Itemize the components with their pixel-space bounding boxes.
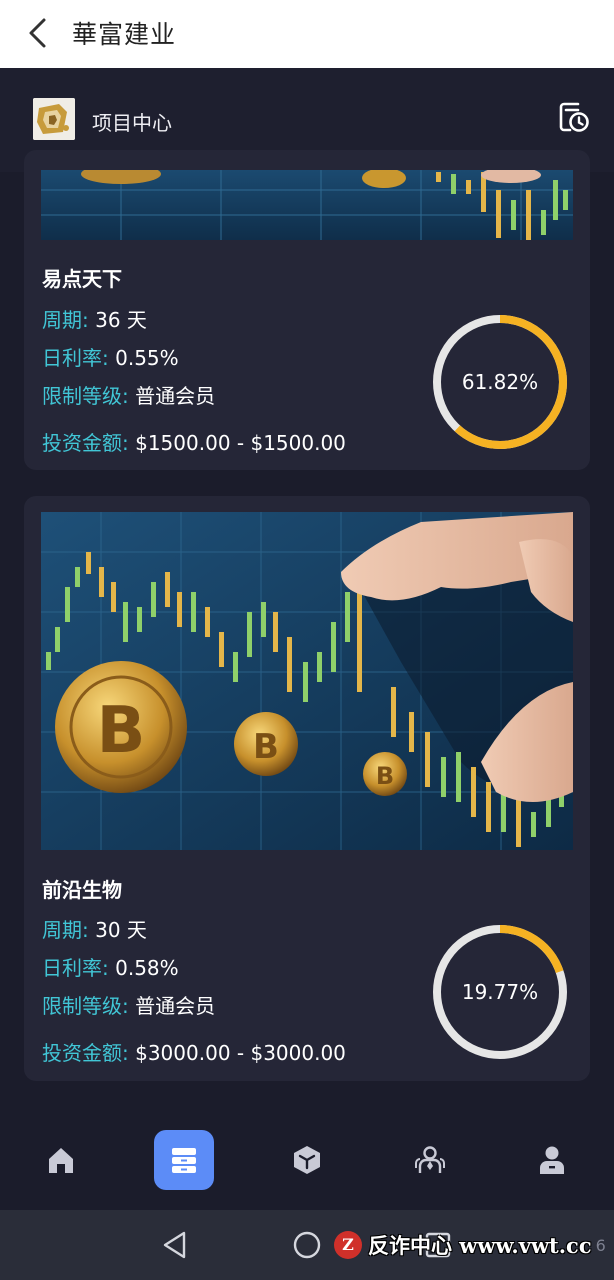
project-image: B B B (41, 512, 573, 850)
amount-label: 投资金额: (42, 431, 129, 455)
daily-rate-row: 日利率: 0.55% (42, 342, 179, 371)
amount-row: 投资金额: $1500.00 - $1500.00 (42, 427, 346, 456)
progress-percent: 61.82% (461, 370, 539, 394)
amount-label: 投资金额: (42, 1041, 129, 1065)
watermark-text: 反诈中心 www.vwt.cc (368, 1233, 592, 1258)
level-row: 限制等级: 普通会员 (42, 380, 215, 409)
cycle-value: 30 天 (95, 918, 147, 942)
amount-value: $1500.00 - $1500.00 (135, 431, 346, 455)
progress-percent: 19.77% (461, 980, 539, 1004)
cube-icon[interactable] (277, 1130, 337, 1190)
daily-rate-label: 日利率: (42, 346, 109, 370)
daily-rate-label: 日利率: (42, 956, 109, 980)
level-value: 普通会员 (135, 384, 216, 408)
page-title: 華富建业 (72, 20, 177, 49)
svg-text:B: B (253, 727, 279, 767)
projects-icon[interactable] (154, 1130, 214, 1190)
cycle-value: 36 天 (95, 308, 147, 332)
svg-text:B: B (97, 694, 146, 768)
team-icon[interactable] (400, 1130, 460, 1190)
svg-text:B: B (376, 762, 394, 790)
home-icon[interactable] (31, 1130, 91, 1190)
amount-value: $3000.00 - $3000.00 (135, 1041, 346, 1065)
bottom-tab-bar (0, 1110, 614, 1210)
level-label: 限制等级: (42, 384, 129, 408)
title-bar: 華富建业 (0, 0, 614, 68)
cycle-row: 周期: 36 天 (42, 304, 147, 333)
project-card[interactable]: B B B 前沿生物 周期: 30 天 日利率: 0.58% 限制等级: 普通会… (24, 496, 590, 1081)
app-logo-icon (33, 98, 75, 140)
amount-row: 投资金额: $3000.00 - $3000.00 (42, 1037, 346, 1066)
back-triangle-icon[interactable] (160, 1230, 190, 1260)
daily-rate-value: 0.55% (115, 346, 179, 370)
project-name: 前沿生物 (42, 878, 122, 902)
system-nav-bar: Z 反诈中心 www.vwt.cc 6 (0, 1210, 614, 1280)
chevron-left-icon[interactable] (22, 16, 56, 50)
level-value: 普通会员 (135, 994, 216, 1018)
cycle-label: 周期: (42, 308, 89, 332)
project-image (41, 170, 573, 240)
project-name: 易点天下 (42, 267, 122, 291)
daily-rate-row: 日利率: 0.58% (42, 952, 179, 981)
project-card[interactable]: 易点天下 周期: 36 天 日利率: 0.55% 限制等级: 普通会员 投资金额… (24, 150, 590, 470)
section-title: 项目中心 (92, 111, 172, 135)
cycle-label: 周期: (42, 918, 89, 942)
profile-icon[interactable] (522, 1130, 582, 1190)
progress-ring: 61.82% (430, 312, 570, 452)
daily-rate-value: 0.58% (115, 956, 179, 980)
watermark-logo: Z (334, 1231, 362, 1259)
history-icon[interactable] (556, 100, 590, 134)
watermark: Z 反诈中心 www.vwt.cc 6 (334, 1230, 606, 1260)
level-row: 限制等级: 普通会员 (42, 990, 215, 1019)
cycle-row: 周期: 30 天 (42, 914, 147, 943)
watermark-suffix: 6 (595, 1235, 606, 1255)
home-circle-icon[interactable] (292, 1230, 322, 1260)
progress-ring: 19.77% (430, 922, 570, 1062)
level-label: 限制等级: (42, 994, 129, 1018)
